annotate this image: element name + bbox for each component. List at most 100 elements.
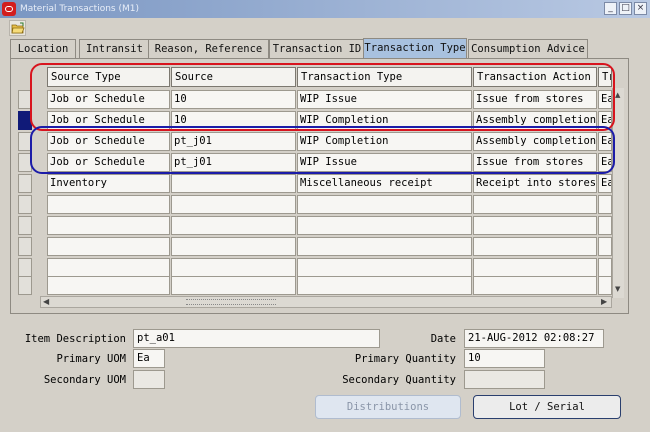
secondary-uom-field[interactable] [133,370,165,389]
cell-source[interactable] [171,174,296,193]
cell-transaction-uom[interactable]: Ea [598,132,612,151]
tab-transaction-id[interactable]: Transaction ID [269,39,365,58]
cell-transaction-action[interactable]: Assembly completion [473,132,597,151]
column-header-transaction-uom[interactable]: Tr [598,67,612,87]
row-selector[interactable] [18,174,32,193]
primary-uom-field[interactable]: Ea [133,349,165,368]
cell-transaction-uom[interactable] [598,195,612,214]
cell-transaction-uom[interactable] [598,276,612,295]
primary-uom-label: Primary UOM [56,353,126,365]
cell-source-type[interactable]: Job or Schedule [47,132,170,151]
cell-source[interactable] [171,195,296,214]
row-selector[interactable] [18,237,32,256]
open-folder-icon[interactable] [9,20,26,36]
cell-transaction-type[interactable]: WIP Issue [297,153,472,172]
item-description-field[interactable]: pt_a01 [133,329,380,348]
cell-transaction-uom[interactable]: Ea [598,153,612,172]
cell-source[interactable] [171,216,296,235]
cell-transaction-uom[interactable] [598,237,612,256]
lot-serial-button[interactable]: Lot / Serial [473,395,621,419]
cell-transaction-action[interactable] [473,216,597,235]
primary-quantity-field[interactable]: 10 [464,349,545,368]
cell-transaction-uom[interactable]: Ea [598,90,612,109]
maximize-button[interactable]: □ [619,2,632,15]
scroll-up-arrow-icon[interactable]: ▲ [615,91,620,99]
column-header-transaction-type[interactable]: Transaction Type [297,67,472,87]
date-label: Date [430,333,456,345]
minimize-button[interactable]: _ [604,2,617,15]
cell-transaction-action[interactable]: Assembly completion [473,111,597,130]
cell-source[interactable] [171,276,296,295]
cell-source[interactable] [171,237,296,256]
oracle-app-icon [2,2,16,16]
cell-source[interactable]: 10 [171,111,296,130]
window-title-bar: Material Transactions (M1) _ □ × [0,0,650,18]
secondary-uom-label: Secondary UOM [43,374,126,386]
tab-consumption-advice[interactable]: Consumption Advice [468,39,588,58]
primary-quantity-label: Primary Quantity [354,353,456,365]
cell-source[interactable]: pt_j01 [171,153,296,172]
cell-source-type[interactable] [47,237,170,256]
row-selector[interactable] [18,195,32,214]
cell-transaction-uom[interactable] [598,258,612,277]
horizontal-scrollbar[interactable]: ◀ ▶ [40,296,612,308]
cell-source-type[interactable]: Job or Schedule [47,90,170,109]
row-selector[interactable] [18,276,32,295]
tab-intransit[interactable]: Intransit [79,39,150,58]
cell-source-type[interactable] [47,195,170,214]
cell-transaction-action[interactable]: Issue from stores [473,90,597,109]
tab-transaction-type[interactable]: Transaction Type [363,38,467,58]
cell-transaction-action[interactable] [473,195,597,214]
cell-transaction-type[interactable]: WIP Completion [297,132,472,151]
cell-transaction-uom[interactable]: Ea [598,174,612,193]
cell-transaction-action[interactable]: Receipt into stores [473,174,597,193]
row-selector[interactable] [18,153,32,172]
cell-source-type[interactable] [47,258,170,277]
column-header-transaction-action[interactable]: Transaction Action [473,67,597,87]
cell-transaction-type[interactable] [297,195,472,214]
close-button[interactable]: × [634,2,647,15]
scroll-down-arrow-icon[interactable]: ▼ [615,285,620,293]
cell-transaction-uom[interactable]: Ea [598,111,612,130]
cell-transaction-action[interactable]: Issue from stores [473,153,597,172]
cell-transaction-type[interactable]: WIP Completion [297,111,472,130]
row-selector[interactable] [18,90,32,109]
date-field[interactable]: 21-AUG-2012 02:08:27 [464,329,604,348]
secondary-quantity-label: Secondary Quantity [342,374,456,386]
cell-source-type[interactable]: Job or Schedule [47,111,170,130]
vertical-scrollbar[interactable]: ▲ ▼ [612,88,624,298]
scroll-left-arrow-icon[interactable]: ◀ [43,297,49,307]
row-selector[interactable] [18,258,32,277]
column-header-source-type[interactable]: Source Type [47,67,170,87]
row-selector-current[interactable] [18,111,32,130]
cell-source-type[interactable] [47,216,170,235]
row-selector[interactable] [18,216,32,235]
cell-transaction-action[interactable] [473,258,597,277]
cell-transaction-type[interactable]: WIP Issue [297,90,472,109]
cell-transaction-action[interactable] [473,276,597,295]
cell-source-type[interactable]: Job or Schedule [47,153,170,172]
cell-transaction-type[interactable] [297,276,472,295]
column-header-source[interactable]: Source [171,67,296,87]
window-title: Material Transactions (M1) [20,4,139,14]
cell-transaction-action[interactable] [473,237,597,256]
cell-transaction-type[interactable] [297,237,472,256]
cell-transaction-uom[interactable] [598,216,612,235]
toolbar [0,18,650,38]
cell-source[interactable] [171,258,296,277]
tab-reason-reference[interactable]: Reason, Reference [148,39,269,58]
row-selector[interactable] [18,132,32,151]
cell-source-type[interactable] [47,276,170,295]
tab-location[interactable]: Location [10,39,76,58]
cell-transaction-type[interactable] [297,216,472,235]
secondary-quantity-field[interactable] [464,370,545,389]
cell-transaction-type[interactable]: Miscellaneous receipt [297,174,472,193]
horizontal-scroll-thumb[interactable] [186,299,276,305]
item-description-label: Item Description [24,333,126,345]
cell-source-type[interactable]: Inventory [47,174,170,193]
cell-transaction-type[interactable] [297,258,472,277]
cell-source[interactable]: 10 [171,90,296,109]
distributions-button[interactable]: Distributions [315,395,461,419]
scroll-right-arrow-icon[interactable]: ▶ [601,297,607,307]
cell-source[interactable]: pt_j01 [171,132,296,151]
